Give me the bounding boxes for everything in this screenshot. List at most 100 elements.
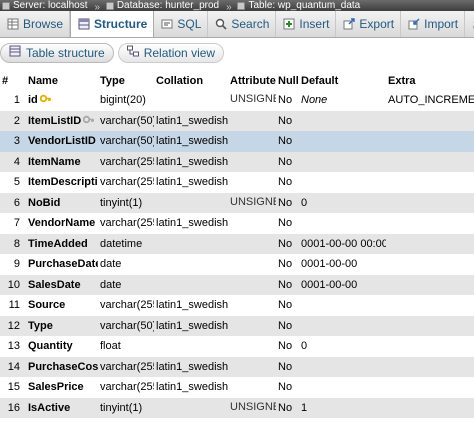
- table-row[interactable]: 13 Quantity float No 0: [0, 336, 474, 357]
- extra-cell: [386, 110, 474, 131]
- tab-sql[interactable]: SQL: [154, 11, 209, 37]
- null-cell: No: [276, 336, 299, 357]
- column-header-type[interactable]: Type: [98, 72, 154, 90]
- column-name: PurchaseCost: [28, 360, 98, 373]
- table-header-row: #NameTypeCollationAttributesNullDefaultE…: [0, 72, 474, 90]
- table-row[interactable]: 8TimeAdded datetime No0001-00-00 00:00:00: [0, 233, 474, 254]
- column-header-name[interactable]: Name: [26, 72, 98, 90]
- table-row[interactable]: 2ItemListID varchar(50)latin1_swedish_ci N…: [0, 110, 474, 131]
- extra-cell: [386, 295, 474, 316]
- column-header-extra[interactable]: Extra: [386, 72, 474, 90]
- column-header-attributes[interactable]: Attributes: [228, 72, 276, 90]
- breadcrumb-table-label: Table: wp_quantum_data: [248, 0, 361, 11]
- collation-cell: [154, 233, 228, 254]
- extra-cell: [386, 151, 474, 172]
- column-name: ItemListID: [28, 114, 82, 127]
- tab-browse[interactable]: Browse: [0, 11, 71, 37]
- column-name-cell: Source: [26, 295, 98, 316]
- table-row[interactable]: 4ItemName varchar(255)latin1_swedish_ci No: [0, 151, 474, 172]
- sub-tabs: Table structure Relation view: [0, 39, 474, 66]
- column-name: VendorListID: [28, 135, 96, 148]
- breadcrumb-separator: »: [94, 1, 101, 12]
- column-name: id: [28, 94, 38, 107]
- column-name: Source: [28, 299, 66, 312]
- subtab-table-structure[interactable]: Table structure: [0, 42, 114, 63]
- tab-search[interactable]: Search: [208, 11, 277, 37]
- table-row[interactable]: 11Source varchar(255)latin1_swedish_ci No: [0, 295, 474, 316]
- column-name: ItemName: [28, 155, 81, 168]
- column-header-collation[interactable]: Collation: [154, 72, 228, 90]
- column-name-cell: ItemName: [26, 151, 98, 172]
- default-cell: [299, 377, 386, 398]
- table-row[interactable]: 16IsActive tinyint(1) UNSIGNEDNo1: [0, 397, 474, 418]
- breadcrumb-server[interactable]: Server: localhost: [2, 0, 87, 11]
- column-header-null[interactable]: Null: [276, 72, 299, 90]
- default-cell: 0: [299, 336, 386, 357]
- type-cell: varchar(255): [98, 377, 154, 398]
- subtab-label: Table structure: [26, 45, 105, 60]
- null-cell: No: [276, 397, 299, 418]
- null-cell: No: [276, 131, 299, 152]
- table-row[interactable]: 1id bigint(20) UNSIGNEDNoNoneAUTO_INCREMEN…: [0, 90, 474, 111]
- column-name-cell: VendorListID: [26, 131, 98, 152]
- row-number: 1: [0, 90, 26, 111]
- null-cell: No: [276, 90, 299, 111]
- null-cell: No: [276, 377, 299, 398]
- row-number: 2: [0, 110, 26, 131]
- database-icon: [105, 1, 114, 10]
- tab-insert[interactable]: Insert: [276, 11, 337, 37]
- table-row[interactable]: 12Type varchar(50)latin1_swedish_ci No: [0, 315, 474, 336]
- default-cell: 0: [299, 192, 386, 213]
- null-cell: No: [276, 192, 299, 213]
- attributes-cell: [228, 336, 276, 357]
- column-header-number[interactable]: #: [0, 72, 26, 90]
- column-name: SalesDate: [28, 278, 81, 291]
- collation-cell: [154, 90, 228, 111]
- table-row[interactable]: 15SalesPrice varchar(255)latin1_swedish_c…: [0, 377, 474, 398]
- column-header-default[interactable]: Default: [299, 72, 386, 90]
- collation-cell: latin1_swedish_ci: [154, 151, 228, 172]
- column-name-cell: SalesPrice: [26, 377, 98, 398]
- subtab-relation-view[interactable]: Relation view: [117, 42, 225, 63]
- extra-cell: [386, 356, 474, 377]
- insert-icon: [282, 18, 295, 31]
- tab-privileges[interactable]: Privileges: [465, 11, 474, 37]
- table-row[interactable]: 14PurchaseCostvarchar(255)latin1_swedish…: [0, 356, 474, 377]
- structure-icon: [77, 18, 90, 31]
- default-cell: [299, 131, 386, 152]
- default-cell: 0001-00-00 00:00:00: [299, 233, 386, 254]
- tab-label: Browse: [23, 17, 64, 31]
- row-number: 3: [0, 131, 26, 152]
- column-name: ItemDescription: [28, 176, 98, 189]
- row-number: 12: [0, 315, 26, 336]
- main-tabs: Browse Structure SQL Search Insert Export Impo…: [0, 11, 474, 38]
- table-row[interactable]: 3VendorListIDvarchar(50)latin1_swedish_c…: [0, 131, 474, 152]
- column-name-cell: id: [26, 90, 98, 111]
- attributes-cell: [228, 233, 276, 254]
- breadcrumb-table[interactable]: Table: wp_quantum_data: [237, 0, 360, 11]
- row-number: 15: [0, 377, 26, 398]
- table-row[interactable]: 6NoBid tinyint(1) UNSIGNEDNo0: [0, 192, 474, 213]
- collation-cell: latin1_swedish_ci: [154, 131, 228, 152]
- attributes-cell: [228, 254, 276, 275]
- type-cell: varchar(255): [98, 295, 154, 316]
- tab-structure[interactable]: Structure: [70, 11, 155, 37]
- tab-import[interactable]: Import: [401, 11, 466, 37]
- structure-table: #NameTypeCollationAttributesNullDefaultE…: [0, 72, 474, 418]
- default-cell: [299, 110, 386, 131]
- table-row[interactable]: 5ItemDescriptionvarchar(255)latin1_swedi…: [0, 172, 474, 193]
- type-cell: float: [98, 336, 154, 357]
- type-cell: datetime: [98, 233, 154, 254]
- extra-cell: [386, 131, 474, 152]
- table-row[interactable]: 7VendorNamevarchar(255)latin1_swedish_ci…: [0, 213, 474, 234]
- breadcrumb-database[interactable]: Database: hunter_prod: [105, 0, 219, 11]
- tab-export[interactable]: Export: [336, 11, 402, 37]
- collation-cell: latin1_swedish_ci: [154, 315, 228, 336]
- extra-cell: [386, 315, 474, 336]
- type-cell: bigint(20): [98, 90, 154, 111]
- extra-cell: [386, 274, 474, 295]
- table-row[interactable]: 10 SalesDate date No 0001-00-00: [0, 274, 474, 295]
- attributes-cell: [228, 377, 276, 398]
- type-cell: varchar(50): [98, 315, 154, 336]
- table-row[interactable]: 9 PurchaseDate date No 0001-00-00: [0, 254, 474, 275]
